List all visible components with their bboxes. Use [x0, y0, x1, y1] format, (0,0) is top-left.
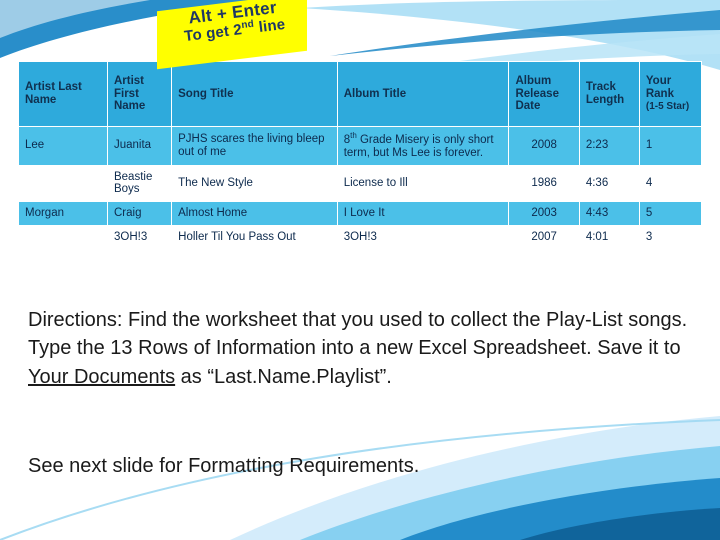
header-artist-first-name: Artist First Name — [106, 61, 173, 127]
directions-paragraph: Directions: Find the worksheet that you … — [28, 306, 700, 391]
table-row: Morgan Craig Almost Home I Love It 2003 … — [18, 201, 703, 227]
slide-canvas: Alt + Enter To get 2nd line Artist Last … — [0, 0, 720, 540]
cell-album-title: License to Ill — [336, 164, 510, 203]
header-track-length: Track Length — [578, 61, 640, 127]
directions-part-1: Directions: Find the worksheet that you … — [28, 309, 688, 360]
cell-track-length: 2:23 — [578, 126, 640, 166]
directions-part-2: as “Last.Name.Playlist”. — [175, 365, 392, 388]
cell-song-title: PJHS scares the living bleep out of me — [171, 126, 338, 166]
directions-underlined-text: Your Documents — [28, 365, 176, 388]
cell-your-rank: 5 — [638, 201, 703, 227]
cell-album-release-date: 1986 — [508, 164, 580, 203]
cell-track-length: 4:36 — [578, 164, 640, 203]
playlist-table: Artist Last Name Artist First Name Song … — [18, 61, 703, 251]
cell-album-title-post: Grade Misery is only short term, but Ms … — [343, 133, 494, 159]
cell-album-release-date: 2007 — [508, 225, 580, 251]
cell-album-title-sup: th — [350, 131, 357, 140]
cell-artist-first-name: Beastie Boys — [106, 164, 173, 203]
table-header-row: Artist Last Name Artist First Name Song … — [18, 61, 703, 127]
cell-artist-last-name — [18, 225, 108, 251]
table-row: Beastie Boys The New Style License to Il… — [18, 164, 703, 203]
cell-song-title: Holler Til You Pass Out — [171, 225, 338, 251]
cell-album-title: I Love It — [336, 201, 510, 227]
cell-album-release-date: 2008 — [508, 126, 580, 166]
header-your-rank-label: Your Rank — [645, 74, 674, 100]
header-your-rank-note: (1-5 Star) — [645, 101, 690, 113]
header-album-release-date: Album Release Date — [508, 61, 580, 127]
cell-song-title: Almost Home — [171, 201, 338, 227]
cell-track-length: 4:43 — [578, 201, 640, 227]
cell-album-title: 3OH!3 — [336, 225, 510, 251]
callout-line-2-post: line — [253, 15, 287, 37]
cell-your-rank: 3 — [638, 225, 703, 251]
callout-text: Alt + Enter To get 2nd line — [157, 0, 313, 69]
cell-artist-last-name: Lee — [18, 126, 108, 166]
table-row: Lee Juanita PJHS scares the living bleep… — [18, 126, 703, 166]
cell-artist-last-name — [18, 164, 108, 203]
cell-your-rank: 4 — [638, 164, 703, 203]
header-song-title: Song Title — [171, 61, 338, 127]
next-slide-note: See next slide for Formatting Requiremen… — [28, 455, 420, 477]
cell-artist-last-name: Morgan — [18, 201, 108, 227]
cell-song-title: The New Style — [171, 164, 338, 203]
cell-album-title: 8th Grade Misery is only short term, but… — [336, 126, 510, 166]
cell-artist-first-name: Craig — [106, 201, 173, 227]
cell-album-release-date: 2003 — [508, 201, 580, 227]
cell-track-length: 4:01 — [578, 225, 640, 251]
table-row: 3OH!3 Holler Til You Pass Out 3OH!3 2007… — [18, 225, 703, 251]
cell-artist-first-name: Juanita — [106, 126, 173, 166]
cell-your-rank: 1 — [638, 126, 703, 166]
header-album-title: Album Title — [336, 61, 510, 127]
header-your-rank: Your Rank (1-5 Star) — [638, 61, 703, 127]
header-artist-last-name: Artist Last Name — [18, 61, 108, 127]
cell-artist-first-name: 3OH!3 — [106, 225, 173, 251]
